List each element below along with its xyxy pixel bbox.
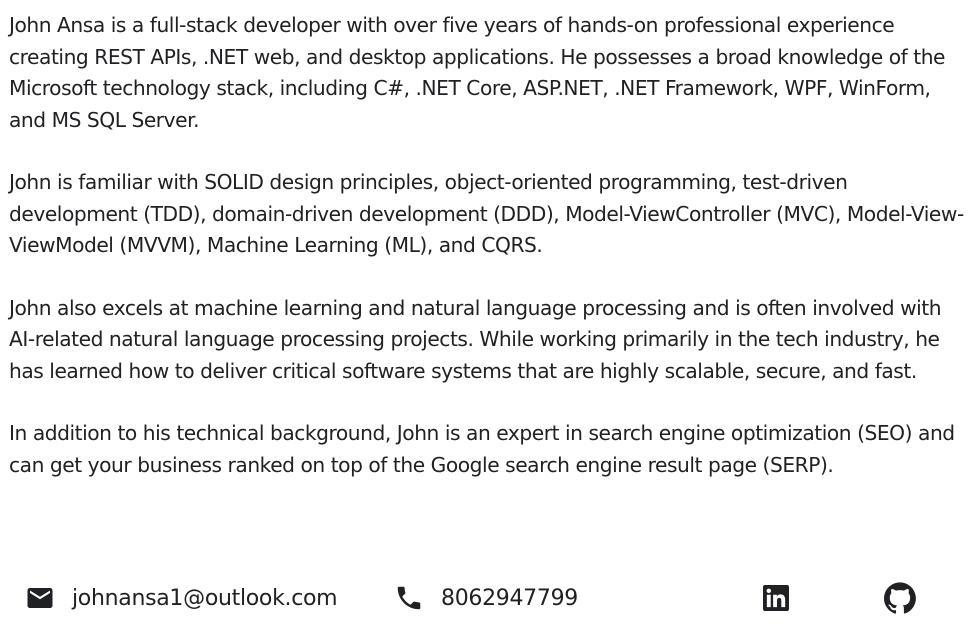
email-address: johnansa1@outlook.com xyxy=(72,585,338,611)
bio-paragraph-3: John also excels at machine learning and… xyxy=(9,295,942,383)
email-link[interactable]: johnansa1@outlook.com xyxy=(25,578,338,618)
contact-row: johnansa1@outlook.com 8062947799 xyxy=(0,578,973,618)
bio-section: John Ansa is a full-stack developer with… xyxy=(9,10,967,512)
phone-number: 8062947799 xyxy=(441,585,578,611)
github-link[interactable] xyxy=(884,578,916,618)
linkedin-icon xyxy=(763,585,789,611)
bio-paragraph-2: John is familiar with SOLID design princ… xyxy=(9,170,964,257)
phone-link[interactable]: 8062947799 xyxy=(394,578,578,618)
github-icon xyxy=(884,582,916,614)
bio-paragraph-4: In addition to his technical background,… xyxy=(9,421,955,477)
bio-paragraph-1: John Ansa is a full-stack developer with… xyxy=(9,13,946,132)
mail-icon xyxy=(25,583,55,613)
linkedin-link[interactable] xyxy=(763,578,789,618)
phone-icon xyxy=(394,583,424,613)
